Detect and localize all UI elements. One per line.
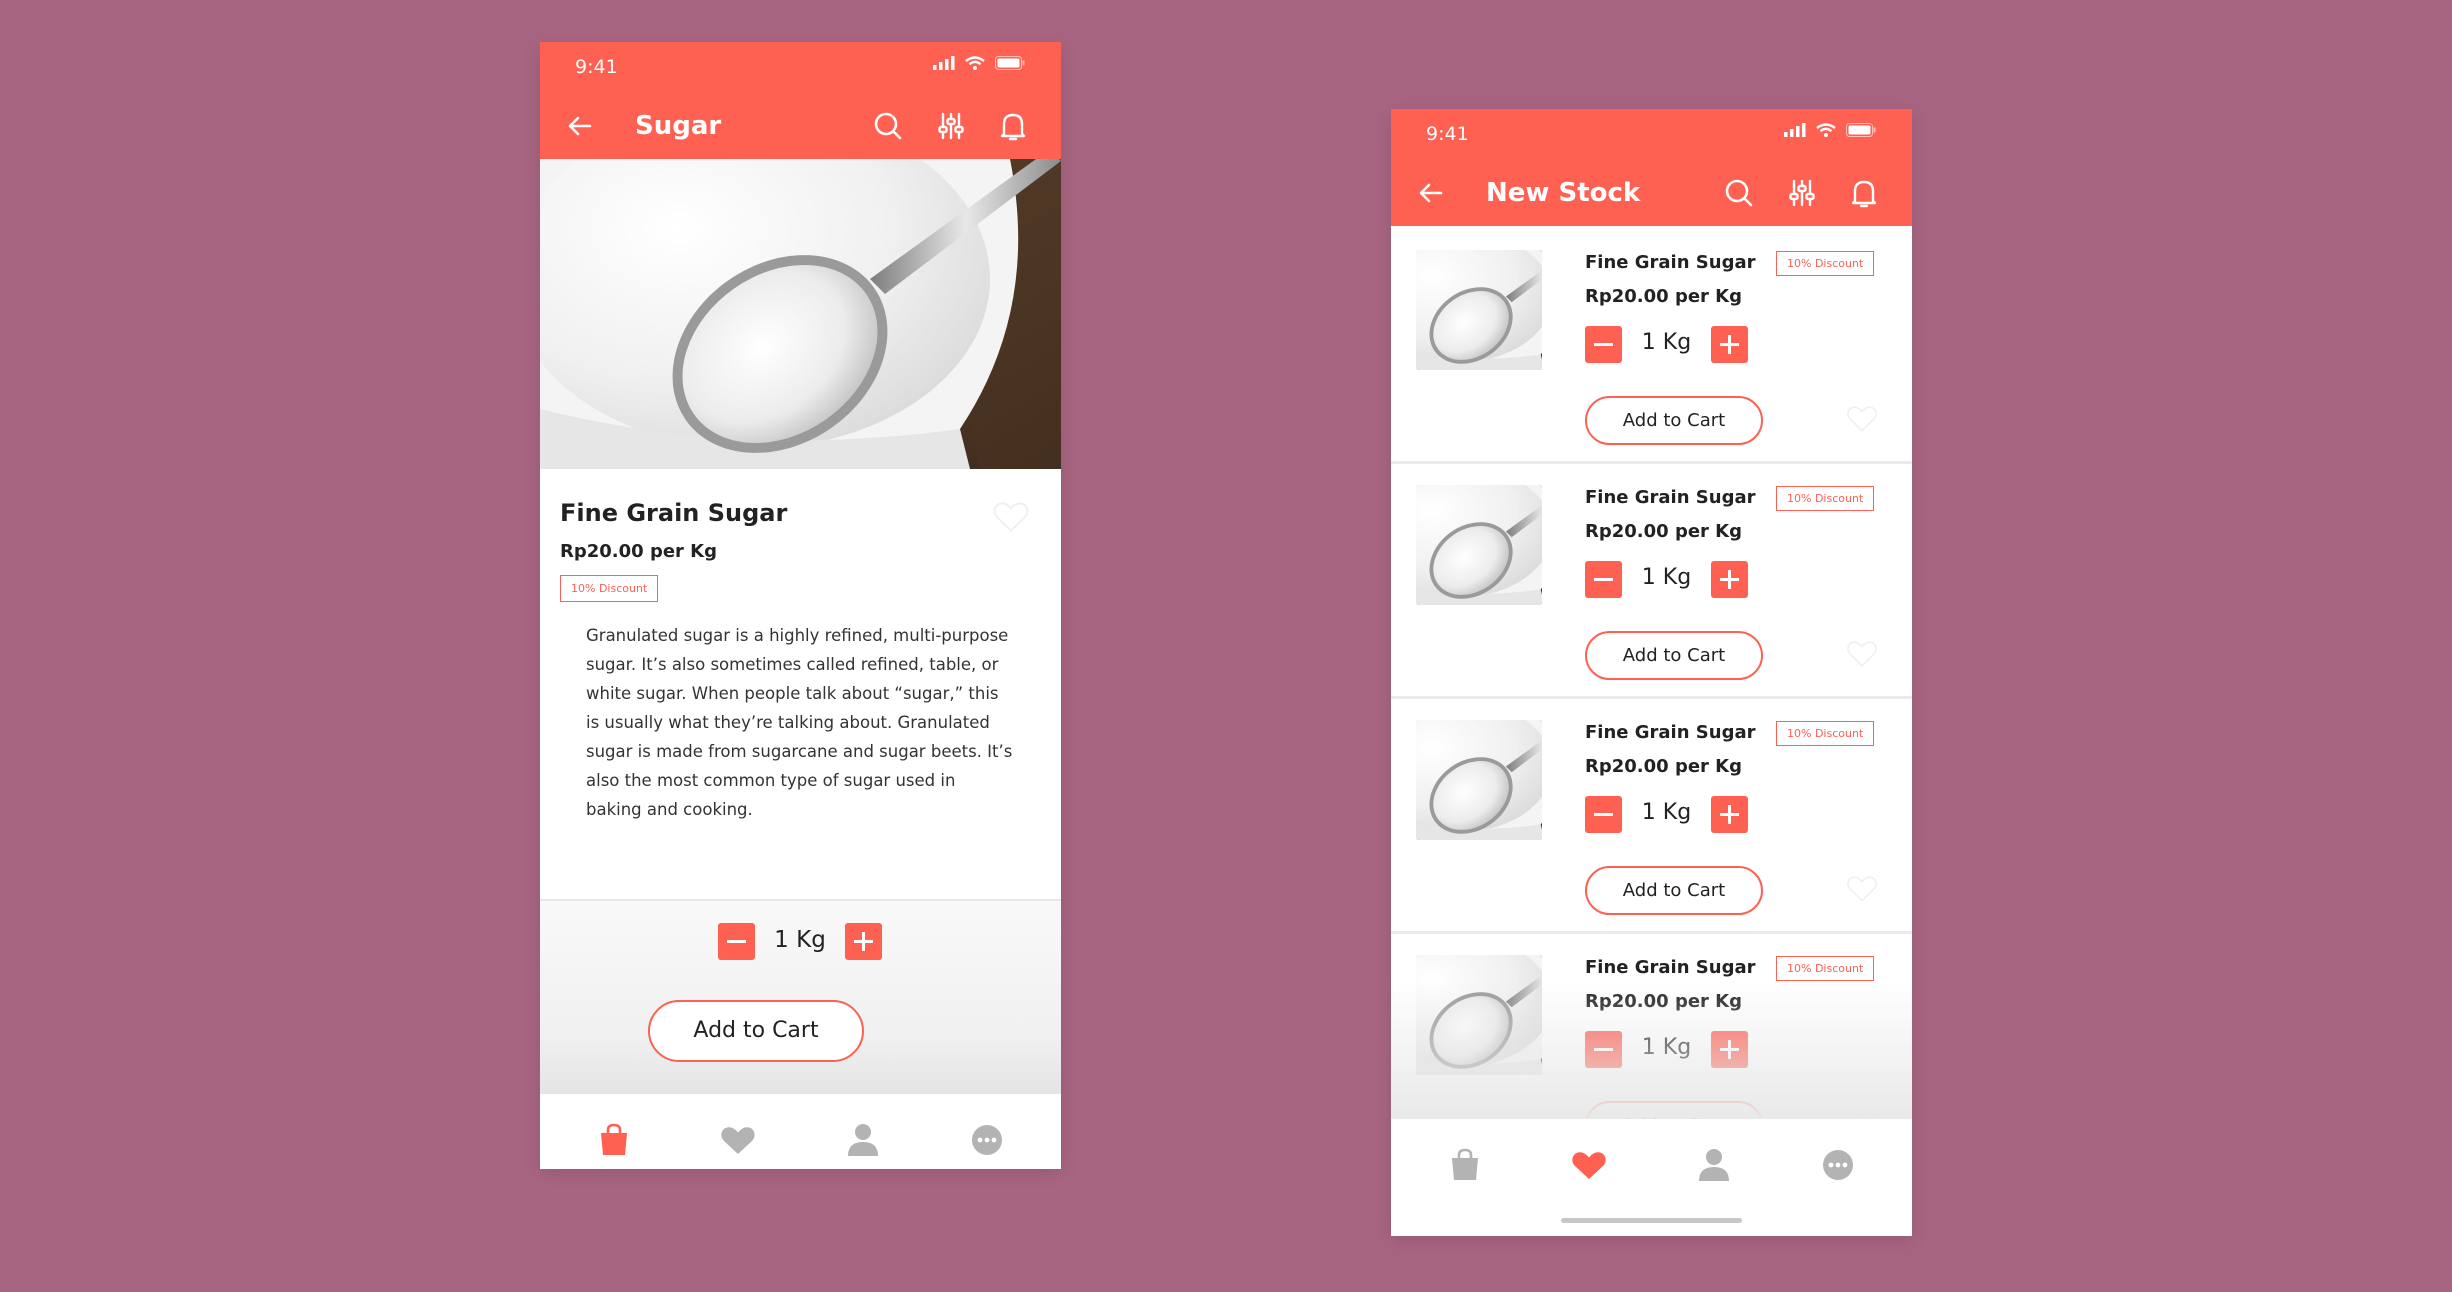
app-bar: 9:41 Sugar [540,42,1061,159]
app-bar: 9:41 New Stock [1391,109,1912,226]
add-to-cart-button[interactable]: Add to Cart [1585,1101,1763,1119]
signal-icon [1784,123,1806,137]
increase-quantity-button[interactable] [845,923,882,960]
product-price: Rp20.00 per Kg [1585,756,1743,777]
product-list: Fine Grain Sugar Rp20.00 per Kg 10% Disc… [1391,226,1912,1119]
bell-icon[interactable] [995,108,1031,144]
product-description: Granulated sugar is a highly refined, mu… [586,626,1013,819]
increase-quantity-button[interactable] [1711,796,1748,833]
filter-icon[interactable] [933,108,969,144]
decrease-quantity-button[interactable] [1585,1031,1622,1068]
back-arrow-icon[interactable] [1413,175,1449,211]
discount-badge: 10% Discount [1776,486,1875,511]
quantity-value: 1 Kg [1641,1035,1692,1060]
search-icon[interactable] [1721,175,1757,211]
product-image [540,159,1061,469]
add-to-cart-button[interactable]: Add to Cart [1585,631,1763,680]
list-item: Fine Grain Sugar Rp20.00 per Kg 10% Disc… [1391,696,1912,934]
decrease-quantity-button[interactable] [1585,561,1622,598]
bottom-nav [1391,1119,1912,1236]
favorite-heart-icon[interactable] [1846,1108,1878,1119]
bag-icon[interactable] [594,1120,634,1160]
add-to-cart-button[interactable]: Add to Cart [648,1000,864,1062]
product-detail-screen: 9:41 Sugar Fine Grain Sugar Rp20.00 per … [540,42,1061,1169]
favorite-heart-icon[interactable] [992,499,1030,533]
back-arrow-icon[interactable] [562,108,598,144]
discount-badge: 10% Discount [1776,721,1875,746]
quantity-value: 1 Kg [1641,330,1692,355]
wifi-icon [965,56,985,70]
add-to-cart-button[interactable]: Add to Cart [1585,396,1763,445]
increase-quantity-button[interactable] [1711,561,1748,598]
profile-icon[interactable] [1694,1145,1734,1185]
product-info: Fine Grain Sugar Rp20.00 per Kg 10% Disc… [540,469,1061,899]
battery-icon [1846,123,1876,137]
new-stock-screen: 9:41 New Stock Fine Grain Sugar Rp20.00 … [1391,109,1912,1236]
list-item: Fine Grain Sugar Rp20.00 per Kg 10% Disc… [1391,931,1912,1119]
product-price: Rp20.00 per Kg [1585,521,1743,542]
battery-icon [995,56,1025,70]
decrease-quantity-button[interactable] [718,923,755,960]
list-item: Fine Grain Sugar Rp20.00 per Kg 10% Disc… [1391,461,1912,699]
status-time: 9:41 [1426,123,1469,145]
list-item: Fine Grain Sugar Rp20.00 per Kg 10% Disc… [1391,226,1912,464]
status-icons [1784,123,1876,137]
product-name: Fine Grain Sugar [560,499,788,527]
favorite-heart-icon[interactable] [1846,873,1878,903]
discount-badge: 10% Discount [1776,251,1875,276]
favorite-heart-icon[interactable] [1846,403,1878,433]
more-icon[interactable] [967,1120,1007,1160]
purchase-controls: 1 Kg Add to Cart [540,899,1061,1096]
increase-quantity-button[interactable] [1711,326,1748,363]
heart-icon[interactable] [718,1120,758,1160]
home-indicator [1561,1218,1742,1223]
bell-icon[interactable] [1846,175,1882,211]
search-icon[interactable] [870,108,906,144]
bottom-nav [540,1094,1061,1169]
heart-icon[interactable] [1569,1145,1609,1185]
product-name: Fine Grain Sugar [1585,252,1756,273]
title-bar: New Stock [1391,169,1912,217]
product-thumbnail[interactable] [1416,720,1542,840]
title-bar: Sugar [540,102,1061,150]
product-thumbnail[interactable] [1416,250,1542,370]
favorite-heart-icon[interactable] [1846,638,1878,668]
wifi-icon [1816,123,1836,137]
quantity-value: 1 Kg [1641,800,1692,825]
signal-icon [933,56,955,70]
product-price: Rp20.00 per Kg [560,541,718,562]
status-time: 9:41 [575,56,618,78]
product-thumbnail[interactable] [1416,485,1542,605]
bag-icon[interactable] [1445,1145,1485,1185]
product-thumbnail[interactable] [1416,955,1542,1075]
add-to-cart-button[interactable]: Add to Cart [1585,866,1763,915]
status-icons [933,56,1025,70]
product-price: Rp20.00 per Kg [1585,286,1743,307]
page-title: Sugar [635,111,722,141]
decrease-quantity-button[interactable] [1585,796,1622,833]
more-icon[interactable] [1818,1145,1858,1185]
profile-icon[interactable] [843,1120,883,1160]
product-name: Fine Grain Sugar [1585,722,1756,743]
quantity-value: 1 Kg [1641,565,1692,590]
product-name: Fine Grain Sugar [1585,957,1756,978]
discount-badge: 10% Discount [1776,956,1875,981]
filter-icon[interactable] [1784,175,1820,211]
product-name: Fine Grain Sugar [1585,487,1756,508]
quantity-value: 1 Kg [774,927,826,953]
product-price: Rp20.00 per Kg [1585,991,1743,1012]
page-title: New Stock [1486,178,1641,208]
increase-quantity-button[interactable] [1711,1031,1748,1068]
decrease-quantity-button[interactable] [1585,326,1622,363]
discount-badge: 10% Discount [560,575,659,602]
